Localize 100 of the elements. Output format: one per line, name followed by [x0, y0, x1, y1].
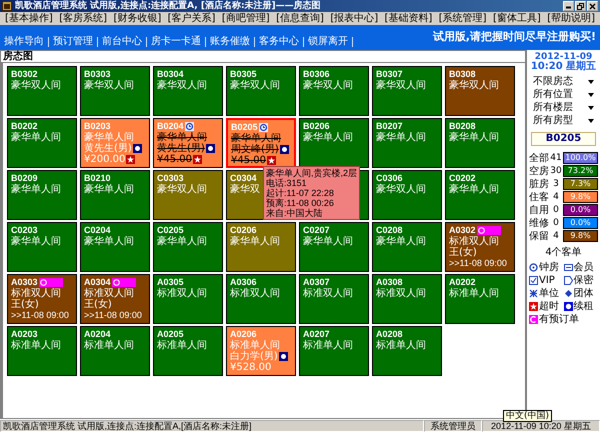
room-tile[interactable]: B0202 豪华单人间: [7, 118, 77, 168]
room-tile[interactable]: C0203 豪华单人间: [7, 222, 77, 272]
menu-item[interactable]: [商吧管理]: [222, 12, 270, 25]
room-price: ¥45.00: [231, 155, 266, 166]
menu-item[interactable]: [窗体工具]: [492, 12, 541, 25]
dropdown-caret-icon: [588, 119, 594, 123]
restore-button[interactable]: [575, 1, 586, 11]
room-number: A0208: [376, 329, 403, 340]
time-text: 10:20 星期五: [530, 62, 598, 72]
room-tile[interactable]: A0308 标准双人间: [372, 274, 442, 324]
room-tile[interactable]: B0308 豪华双人间: [445, 66, 515, 116]
toolbar-link[interactable]: 客务中心: [259, 36, 299, 47]
room-tile[interactable]: B0207 豪华单人间: [372, 118, 442, 168]
room-number: A0303: [11, 277, 38, 288]
room-type: 豪华双人间: [11, 80, 61, 91]
toolbar-link[interactable]: 预订管理: [53, 36, 93, 47]
room-tile[interactable]: B0205 豪华单人间 周文峰(男) ¥45.00: [226, 118, 296, 168]
room-type: 豪华单人间: [11, 132, 61, 143]
room-tile[interactable]: C0202 豪华单人间: [445, 170, 515, 220]
room-tile[interactable]: B0210 豪华单人间: [80, 170, 150, 220]
room-tile[interactable]: B0206 豪华单人间: [299, 118, 369, 168]
menu-item[interactable]: [客房系统]: [59, 12, 108, 25]
room-number: A0307: [303, 277, 330, 288]
room-number: C0304: [230, 173, 257, 184]
room-tile[interactable]: A0207 标准单人间: [299, 326, 369, 376]
guest-name: 周文峰(男): [231, 144, 279, 155]
room-tile[interactable]: A0205 标准单人间: [153, 326, 223, 376]
room-tile[interactable]: B0208 豪华单人间: [445, 118, 515, 168]
room-tile[interactable]: A0303 标准双人间 王(女) >>11-08 09:00: [7, 274, 77, 324]
toolbar-link[interactable]: 锁屏离开: [308, 36, 348, 47]
room-number: C0205: [157, 225, 184, 236]
legend-label: VIP: [539, 275, 555, 286]
room-tile[interactable]: A0204 标准单人间: [80, 326, 150, 376]
toolbar-link[interactable]: 操作导向: [4, 36, 44, 47]
menu-item[interactable]: [基本操作]: [5, 12, 53, 25]
toolbar-link[interactable]: 房卡一卡通: [151, 36, 201, 47]
menu-item[interactable]: [帮助说明]: [547, 12, 595, 25]
filter-dropdown[interactable]: 不限房态: [529, 76, 598, 88]
room-type: 标准单人间: [303, 340, 353, 351]
room-tile[interactable]: B0306 豪华双人间: [299, 66, 369, 116]
room-tile[interactable]: B0303 豪华双人间: [80, 66, 150, 116]
filter-dropdown[interactable]: 所有位置: [529, 89, 598, 101]
menu-item[interactable]: [信息查询]: [276, 12, 324, 25]
room-type: 豪华单人间: [449, 184, 499, 195]
room-tile[interactable]: C0205 豪华单人间: [153, 222, 223, 272]
room-number: B0206: [303, 121, 330, 132]
room-tile[interactable]: C0207 豪华单人间: [299, 222, 369, 272]
room-tile[interactable]: A0202 标准单人间: [445, 274, 515, 324]
guest-name: 黄先生(男): [84, 143, 132, 154]
room-type: 标准双人间: [449, 236, 499, 247]
room-price: ¥200.00: [84, 154, 126, 165]
room-number: A0304: [84, 277, 111, 288]
guest-name: 白力学(男): [230, 351, 278, 362]
room-tile[interactable]: A0304 标准双人间 王(女) >>11-08 09:00: [80, 274, 150, 324]
stat-label: 脏房: [529, 178, 549, 190]
star-icon: [267, 156, 276, 165]
room-tile[interactable]: B0305 豪华双人间: [226, 66, 296, 116]
stat-label: 全部: [529, 152, 549, 164]
room-tile[interactable]: A0302 标准双人间 王(女) >>11-08 09:00: [445, 222, 515, 272]
room-tile[interactable]: A0307 标准双人间: [299, 274, 369, 324]
menu-item[interactable]: [报表中心]: [330, 12, 378, 25]
room-type: 豪华单人间: [303, 132, 353, 143]
menu-item[interactable]: [财务收银]: [113, 12, 162, 25]
minimize-button[interactable]: [563, 1, 574, 11]
room-tile[interactable]: C0208 豪华单人间: [372, 222, 442, 272]
room-tile[interactable]: B0304 豪华双人间: [153, 66, 223, 116]
restore-icon: [577, 2, 584, 10]
room-tile[interactable]: B0302 豪华双人间: [7, 66, 77, 116]
stat-label: 空房: [529, 164, 549, 178]
menu-item[interactable]: [系统管理]: [438, 12, 487, 25]
menu-item[interactable]: [基础资料]: [384, 12, 432, 25]
overtime-icon: [529, 302, 538, 311]
room-tile[interactable]: B0204 豪华单人间 黄先生(男) ¥45.00: [153, 118, 223, 168]
close-button[interactable]: [587, 1, 598, 11]
room-type: 标准双人间: [84, 288, 134, 299]
window-title: 凯歌酒店管理系统 试用版,连接点:连接配置A, [酒店名称:未注册]——房态图: [15, 0, 322, 12]
room-tile[interactable]: C0303 豪华双人间: [153, 170, 223, 220]
room-tile[interactable]: A0306 标准双人间: [226, 274, 296, 324]
room-tile[interactable]: B0307 豪华双人间: [372, 66, 442, 116]
toolbar-link[interactable]: 账务催缴: [210, 36, 250, 47]
room-type: 标准单人间: [84, 340, 134, 351]
room-tile[interactable]: A0305 标准双人间: [153, 274, 223, 324]
room-tile[interactable]: C0206 豪华单人间: [226, 222, 296, 272]
room-number: B0302: [11, 69, 38, 80]
room-tile[interactable]: B0209 豪华单人间: [7, 170, 77, 220]
close-icon: [589, 2, 596, 10]
room-tile[interactable]: A0208 标准单人间: [372, 326, 442, 376]
legend-label: 单位: [539, 288, 559, 299]
filter-dropdown[interactable]: 所有房型: [529, 115, 598, 127]
room-type: 豪华单人间: [376, 236, 426, 247]
room-number: A0308: [376, 277, 403, 288]
stat-label: 自用: [529, 204, 549, 216]
room-tile[interactable]: C0204 豪华单人间: [80, 222, 150, 272]
room-tile[interactable]: A0203 标准单人间: [7, 326, 77, 376]
toolbar-link[interactable]: 前台中心: [102, 36, 142, 47]
room-type: 标准双人间: [11, 288, 61, 299]
room-type: 豪华单人间: [449, 132, 499, 143]
room-tile[interactable]: C0306 豪华双人间: [372, 170, 442, 220]
menu-item[interactable]: [客户关系]: [168, 12, 216, 25]
filter-dropdown[interactable]: 所有楼层: [529, 102, 598, 114]
